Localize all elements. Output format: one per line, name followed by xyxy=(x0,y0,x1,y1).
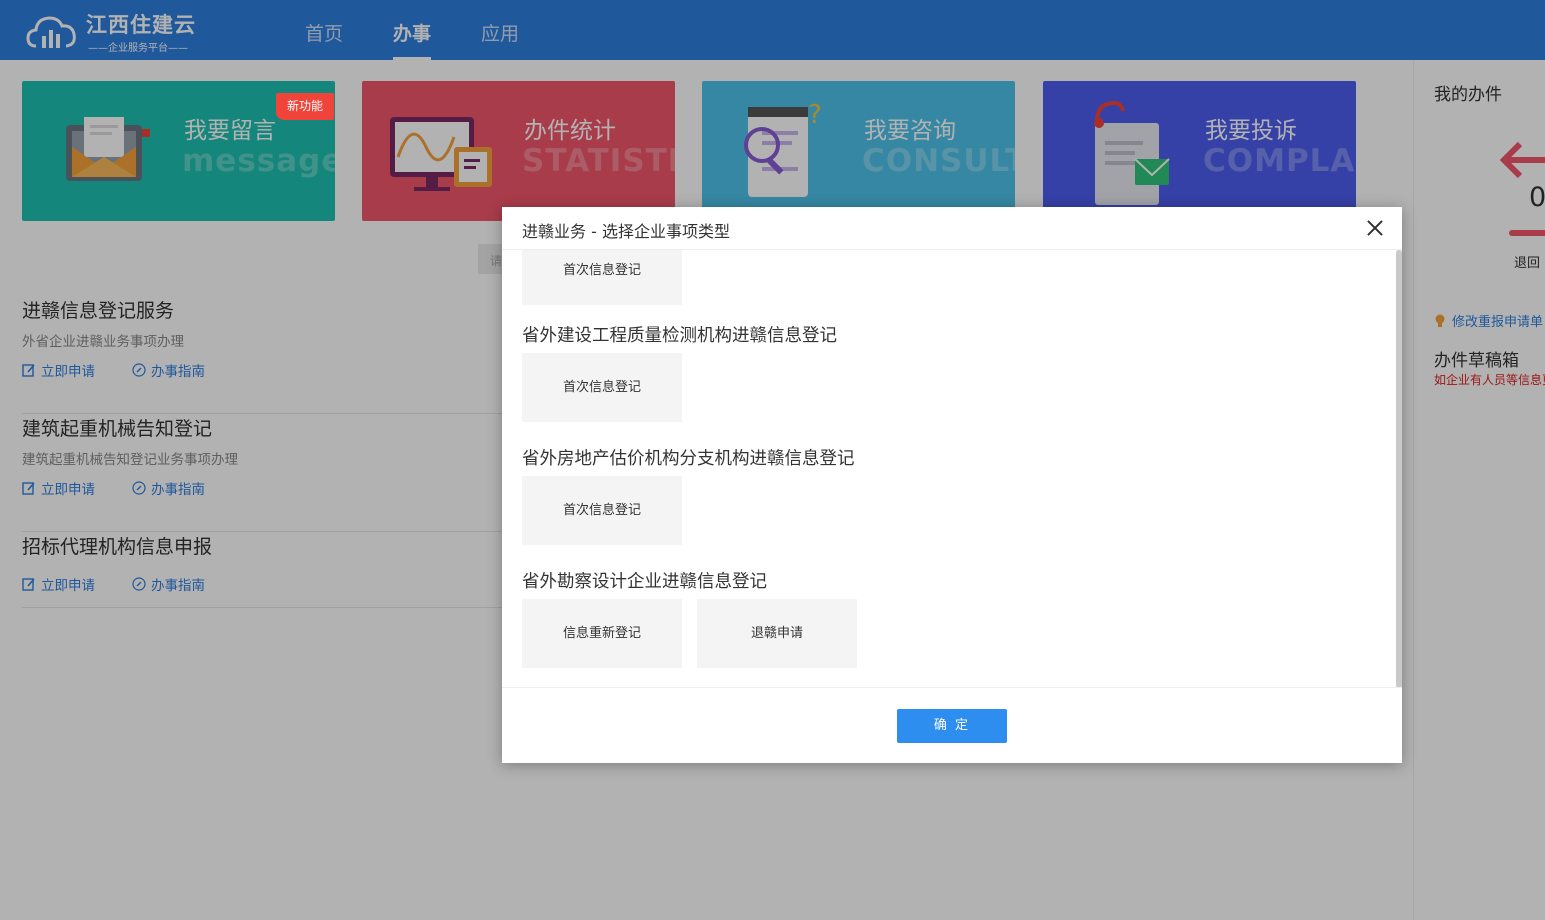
close-icon[interactable] xyxy=(1364,217,1386,239)
dialog-footer: 确 定 xyxy=(502,688,1402,763)
select-type-dialog: 进赣业务 - 选择企业事项类型 首次信息登记 省外建设工程质量检测机构进赣信息登… xyxy=(502,207,1402,763)
option-first-registration[interactable]: 首次信息登记 xyxy=(522,353,682,422)
dialog-scrollbar-thumb[interactable] xyxy=(1396,250,1402,687)
dialog-scrollbar[interactable] xyxy=(1396,250,1402,687)
option-first-registration[interactable]: 首次信息登记 xyxy=(522,476,682,545)
group-title: 省外勘察设计企业进赣信息登记 xyxy=(522,572,767,592)
group-title: 省外房地产估价机构分支机构进赣信息登记 xyxy=(522,449,855,469)
dialog-title: 进赣业务 - 选择企业事项类型 xyxy=(522,222,730,241)
dialog-header: 进赣业务 - 选择企业事项类型 xyxy=(502,207,1402,250)
confirm-button[interactable]: 确 定 xyxy=(897,709,1007,743)
new-feature-badge: 新功能 xyxy=(276,93,334,120)
dialog-body[interactable]: 首次信息登记 省外建设工程质量检测机构进赣信息登记 首次信息登记 省外房地产估价… xyxy=(502,250,1402,688)
group-title: 省外建设工程质量检测机构进赣信息登记 xyxy=(522,326,837,346)
option-withdraw-application[interactable]: 退赣申请 xyxy=(697,599,857,668)
option-first-registration[interactable]: 首次信息登记 xyxy=(522,250,682,305)
option-re-registration[interactable]: 信息重新登记 xyxy=(522,599,682,668)
